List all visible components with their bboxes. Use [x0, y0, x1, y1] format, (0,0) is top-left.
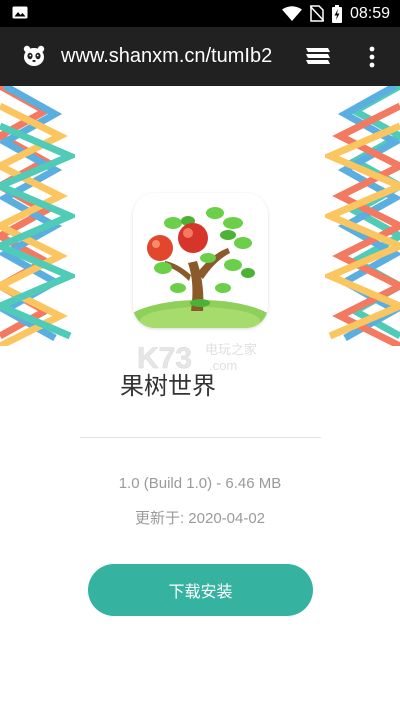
divider	[80, 437, 321, 438]
decorative-zigzag-left	[0, 86, 75, 346]
watermark-text: 电玩之家	[205, 342, 257, 358]
browser-toolbar: www.shanxm.cn/tumIb2	[0, 27, 400, 86]
image-icon	[12, 6, 28, 19]
url-bar[interactable]: www.shanxm.cn/tumIb2	[61, 27, 272, 86]
app-name: 果树世界	[120, 372, 216, 400]
version-info: 1.0 (Build 1.0) - 6.46 MB	[118, 475, 282, 492]
battery-charging-icon	[331, 4, 342, 23]
wifi-icon	[281, 5, 302, 21]
fruit-tree-app-icon	[133, 193, 268, 328]
status-icons: 08:59	[281, 0, 390, 27]
decorative-zigzag-right	[325, 86, 400, 346]
status-bar: 08:59	[0, 0, 400, 27]
more-vert-icon[interactable]	[364, 43, 380, 71]
page-content: K73 电玩之家 .com 果树世界 1.0 (Build 1.0) - 6.4…	[0, 86, 400, 711]
panda-icon[interactable]	[22, 44, 46, 68]
update-date: 更新于: 2020-04-02	[134, 510, 266, 527]
download-install-button[interactable]: 下载安装	[88, 564, 313, 616]
no-sim-icon	[309, 5, 324, 22]
status-time: 08:59	[349, 4, 390, 22]
tabs-icon[interactable]	[304, 43, 332, 71]
